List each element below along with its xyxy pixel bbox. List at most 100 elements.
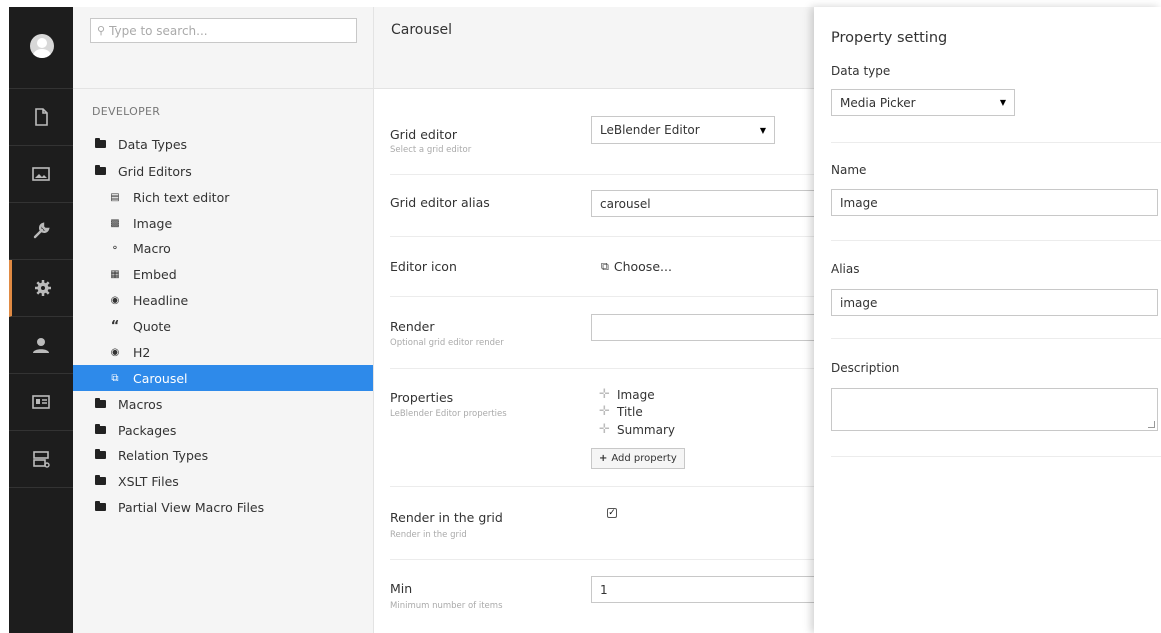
tree-item-headline[interactable]: ◉ Headline [73,287,373,313]
property-item-label: Title [617,404,643,419]
tree-item-label: Quote [133,318,172,334]
search-input[interactable]: ⚲ Type to search... [90,18,357,43]
tree-item-label: Embed [133,266,177,282]
section-forms[interactable] [9,431,73,488]
name-label: Name [831,163,867,177]
tree-item-label: Image [133,215,173,231]
folder-icon [94,449,106,459]
headline-icon: ◉ [110,346,120,358]
tree-item-label: XSLT Files [118,473,179,489]
choose-icon-button[interactable]: ⧉ Choose... [601,259,672,274]
render-in-grid-checkbox[interactable]: ✓ [607,508,617,518]
caret-down-icon: ▼ [999,98,1006,107]
divider [73,88,373,89]
description-textarea[interactable] [831,388,1158,431]
tree-item-label: Partial View Macro Files [118,499,265,515]
data-type-select[interactable]: Media Picker ▼ [831,89,1015,116]
image-icon: ▩ [110,217,120,229]
tree-item-label: Packages [118,422,177,438]
users-icon [33,338,49,353]
dialog-title: Property setting [831,30,948,46]
tree-item-macros[interactable]: Macros [73,391,373,417]
divider [831,142,1161,143]
developer-gear-icon [34,280,51,296]
drag-handle-icon[interactable]: ✛ [599,422,610,437]
editor-icon-label: Editor icon [390,259,457,274]
tree-item-label: Grid Editors [118,163,192,179]
tree-panel: ⚲ Type to search... DEVELOPER Data Types… [73,7,374,633]
min-row: Min Minimum number of items 1 [390,560,814,633]
tree-item-label: Headline [133,292,189,308]
tree-item-packages[interactable]: Packages [73,417,373,443]
data-type-select-value: Media Picker [840,95,916,110]
grid-editor-alias-row: Grid editor alias carousel [390,175,814,237]
render-in-grid-row: Render in the grid Render in the grid ✓ [390,487,814,560]
section-settings[interactable] [9,203,73,260]
add-property-button[interactable]: + Add property [591,448,685,469]
divider [831,240,1161,241]
tree-item-label: Macro [133,240,171,256]
render-row: Render Optional grid editor render [390,297,814,369]
editor-panel: Carousel Grid editor Select a grid edito… [374,7,814,633]
alias-input[interactable]: image [831,289,1158,316]
tree-item-rich-text-editor[interactable]: ▤ Rich text editor [73,184,373,210]
settings-wrench-icon [33,222,50,239]
grid-editor-label: Grid editor [390,127,457,142]
section-developer[interactable] [9,260,73,317]
tree-item-partial-view-macro-files[interactable]: Partial View Macro Files [73,494,373,520]
grid-editor-select[interactable]: LeBlender Editor ▼ [591,116,775,144]
tree-item-relation-types[interactable]: Relation Types [73,442,373,468]
tree-item-data-types[interactable]: Data Types [73,131,373,157]
tree-item-label: Rich text editor [133,189,230,205]
content-icon [35,108,48,126]
tree-item-label: Macros [118,396,163,412]
avatar[interactable] [30,34,54,58]
tree-item-quote[interactable]: “ Quote [73,313,373,339]
divider [831,456,1161,457]
property-setting-dialog: Property setting Data type Media Picker … [814,7,1161,633]
tree-item-label: Data Types [118,136,188,152]
alias-label: Alias [831,262,860,276]
tree-item-grid-editors[interactable]: Grid Editors [73,158,373,184]
min-sublabel: Minimum number of items [390,601,503,611]
embed-icon: ▦ [110,268,120,280]
tree-item-h2[interactable]: ◉ H2 [73,339,373,365]
tree-item-carousel[interactable]: ⧉ Carousel [73,365,373,391]
carousel-icon: ⧉ [111,372,119,384]
data-type-label: Data type [831,64,891,78]
tree-item-xslt-files[interactable]: XSLT Files [73,468,373,494]
property-item[interactable]: ✛ Image [599,387,655,402]
min-input[interactable]: 1 [591,576,814,603]
folder-icon [94,475,106,485]
tree-item-image[interactable]: ▩ Image [73,210,373,236]
tree-item-macro[interactable]: ⚬ Macro [73,235,373,261]
section-users[interactable] [9,317,73,374]
app-window: ⚲ Type to search... DEVELOPER Data Types… [0,0,1161,633]
properties-label: Properties [390,390,454,405]
render-input[interactable] [591,314,814,341]
section-members[interactable] [9,374,73,431]
quote-icon: “ [110,318,120,334]
caret-down-icon: ▼ [759,125,766,135]
property-item[interactable]: ✛ Summary [599,422,675,437]
editor-icon-row: Editor icon ⧉ Choose... [390,237,814,297]
property-item[interactable]: ✛ Title [599,404,643,419]
headline-icon: ◉ [110,294,120,306]
plus-icon: + [599,453,608,464]
page-title[interactable]: Carousel [391,22,452,38]
folder-icon [94,424,106,434]
render-in-grid-label: Render in the grid [390,510,503,525]
tree-item-embed[interactable]: ▦ Embed [73,261,373,287]
render-sublabel: Optional grid editor render [390,338,504,348]
section-media[interactable] [9,146,73,203]
tree-item-label: Relation Types [118,447,209,463]
grid-editor-alias-input[interactable]: carousel [591,190,814,217]
user-avatar-area [9,7,73,89]
section-content[interactable] [9,89,73,146]
folder-icon [94,398,106,408]
drag-handle-icon[interactable]: ✛ [599,387,610,402]
name-input[interactable]: Image [831,189,1158,216]
forms-icon [33,451,50,468]
tree-root-label: DEVELOPER [92,105,161,118]
drag-handle-icon[interactable]: ✛ [599,404,610,419]
